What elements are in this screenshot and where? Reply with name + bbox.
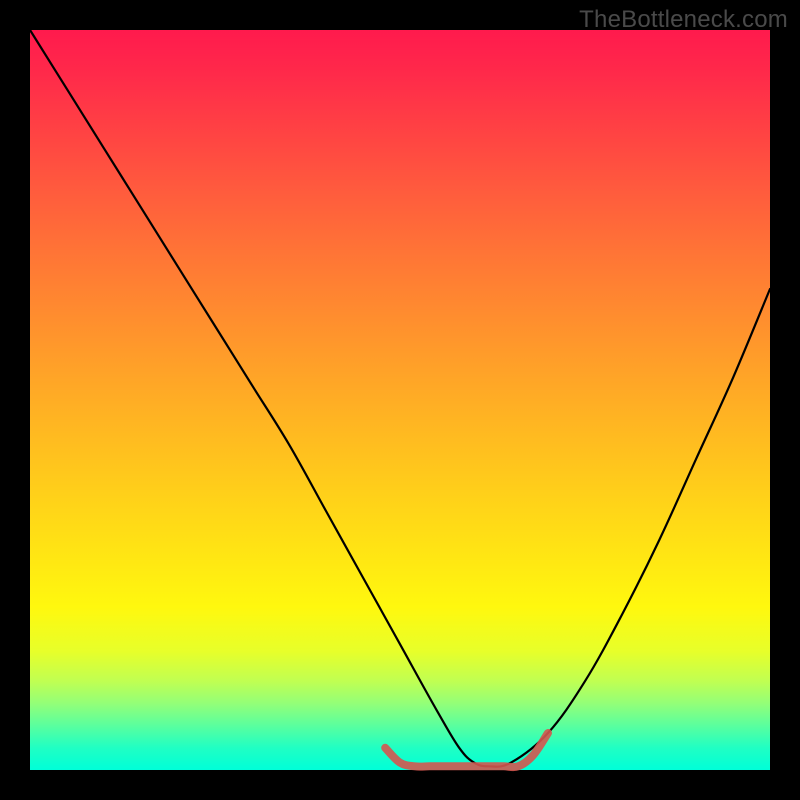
series-primary-curve [30, 30, 770, 767]
chart-frame: TheBottleneck.com [0, 0, 800, 800]
series-lower-overlay [385, 733, 548, 767]
plot-area [30, 30, 770, 770]
plot-svg [30, 30, 770, 770]
